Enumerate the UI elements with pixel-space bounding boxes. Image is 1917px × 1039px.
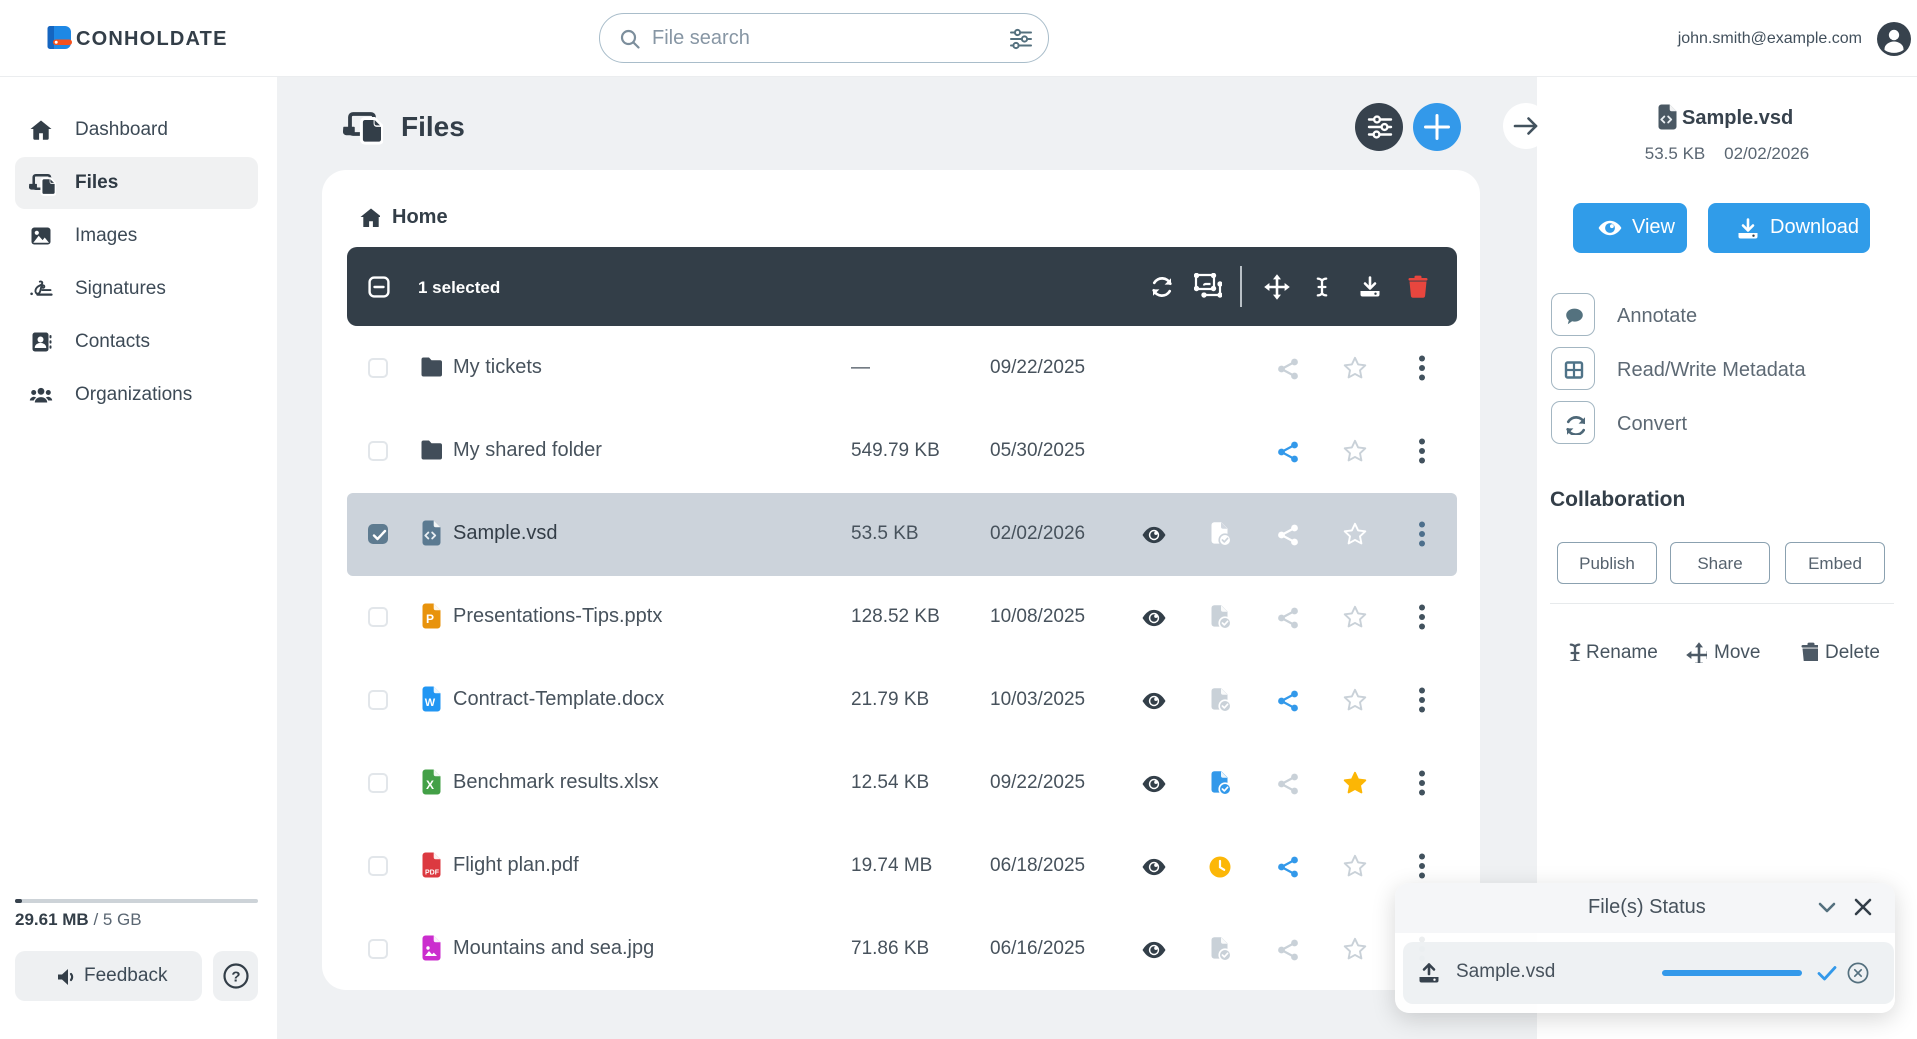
svg-text:X: X [426, 778, 434, 792]
svg-text:PDF: PDF [425, 870, 440, 877]
svg-text:W: W [425, 697, 436, 709]
svg-text:?: ? [231, 969, 240, 986]
svg-text:P: P [426, 612, 434, 626]
